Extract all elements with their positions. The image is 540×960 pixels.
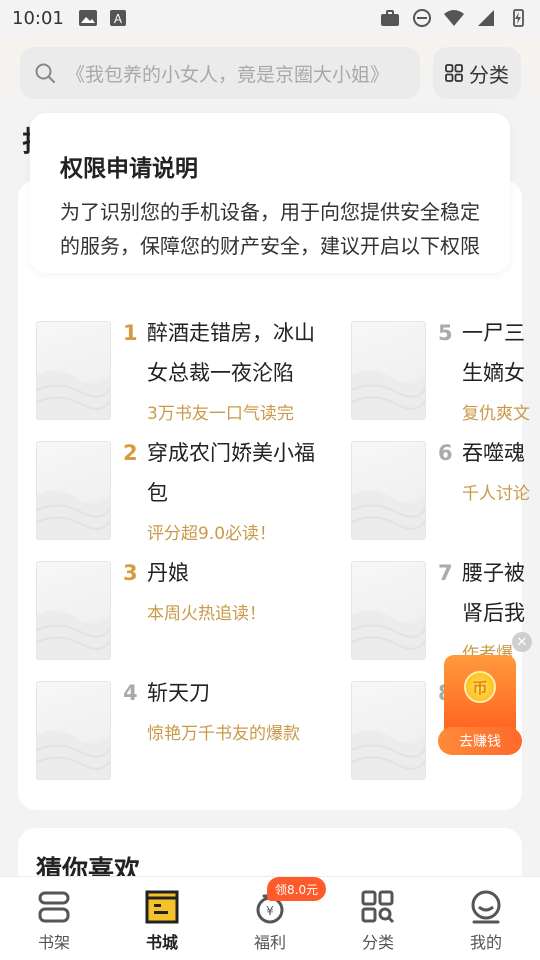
- book-cover: [351, 321, 426, 420]
- rank-subtitle: 千人讨论: [462, 484, 530, 504]
- rank-number: 4: [123, 681, 138, 705]
- bookstore-icon: [145, 890, 179, 924]
- book-cover: [351, 441, 426, 540]
- nav-label: 书架: [37, 933, 70, 952]
- smile-face-icon: [471, 890, 501, 924]
- gallery-icon: [78, 10, 97, 26]
- search-icon: [35, 63, 55, 83]
- rank-title-line: 斩天刀: [147, 681, 210, 705]
- rank-title-line: 一尸三: [462, 321, 525, 345]
- rank-subtitle: 惊艳万千书友的爆款: [147, 724, 300, 744]
- svg-text:¥: ¥: [266, 904, 274, 918]
- signal-icon: [478, 10, 494, 26]
- rank-subtitle: 复仇爽文: [462, 404, 530, 424]
- rank-title-line: 包: [147, 481, 168, 505]
- close-icon[interactable]: ✕: [512, 632, 532, 652]
- rank-title-line: 吞噬魂: [462, 441, 525, 465]
- category-button-label: 分类: [469, 62, 509, 87]
- rank-subtitle: 3万书友一口气读完: [147, 404, 294, 424]
- do-not-disturb-icon: [413, 9, 431, 27]
- rank-title-line: 腰子被: [462, 561, 525, 585]
- svg-text:A: A: [114, 12, 123, 26]
- category-button[interactable]: 分类: [433, 47, 521, 99]
- nav-item-bookshelf[interactable]: 书架: [0, 877, 108, 960]
- briefcase-icon: [381, 10, 399, 26]
- rank-number: 2: [123, 441, 138, 465]
- rank-number: 7: [438, 561, 453, 585]
- wifi-icon: [444, 10, 464, 26]
- permission-dialog-title: 权限申请说明: [60, 156, 198, 182]
- coin-icon: 币: [464, 671, 496, 703]
- nav-item-category[interactable]: 分类: [324, 877, 432, 960]
- bookshelf-icon: [38, 891, 70, 923]
- search-input[interactable]: 《我包养的小女人，竟是京圈大小姐》: [20, 47, 420, 99]
- rank-number: 1: [123, 321, 138, 345]
- rank-number: 3: [123, 561, 138, 585]
- rank-title-line: 穿成农门娇美小福: [147, 441, 315, 465]
- book-cover: [351, 561, 426, 660]
- book-cover: [36, 681, 111, 780]
- nav-label: 福利: [253, 933, 286, 952]
- nav-item-bookstore[interactable]: 书城: [108, 877, 216, 960]
- rank-title-line: 女总裁一夜沦陷: [147, 361, 294, 385]
- nav-label: 我的: [469, 933, 502, 952]
- font-icon: A: [109, 10, 126, 26]
- status-bar: 10:01 A: [0, 0, 540, 36]
- book-cover: [351, 681, 426, 780]
- rank-title-line: 醉酒走错房，冰山: [147, 321, 315, 345]
- book-cover: [36, 561, 111, 660]
- rank-title-line: 丹娘: [147, 561, 189, 585]
- nav-label: 书城: [145, 933, 178, 952]
- book-cover: [36, 321, 111, 420]
- rank-number: 6: [438, 441, 453, 465]
- permission-dialog-body: 为了识别您的手机设备，用于向您提供安全稳定的服务，保障您的财产安全，建议开启以下…: [60, 200, 480, 258]
- earn-money-widget[interactable]: 币 去赚钱: [438, 655, 522, 755]
- rank-subtitle: 本周火热追读！: [147, 604, 266, 624]
- category-search-icon: [361, 890, 395, 924]
- rank-number: 5: [438, 321, 453, 345]
- grid-icon: [445, 64, 463, 82]
- rank-title-line: 肾后我: [462, 601, 525, 625]
- search-placeholder: 《我包养的小女人，竟是京圈大小姐》: [66, 63, 390, 86]
- welfare-badge: 领8.0元: [267, 877, 327, 901]
- rank-subtitle: 评分超9.0必读！: [147, 524, 277, 544]
- nav-label: 分类: [361, 933, 394, 952]
- permission-dialog: 权限申请说明 为了识别您的手机设备，用于向您提供安全稳定的服务，保障您的财产安全…: [30, 113, 510, 273]
- earn-money-button[interactable]: 去赚钱: [438, 727, 522, 755]
- nav-item-profile[interactable]: 我的: [432, 877, 540, 960]
- book-cover: [36, 441, 111, 540]
- status-time: 10:01: [12, 7, 64, 29]
- battery-charging-icon: [513, 9, 524, 27]
- rank-title-line: 生嫡女: [462, 361, 525, 385]
